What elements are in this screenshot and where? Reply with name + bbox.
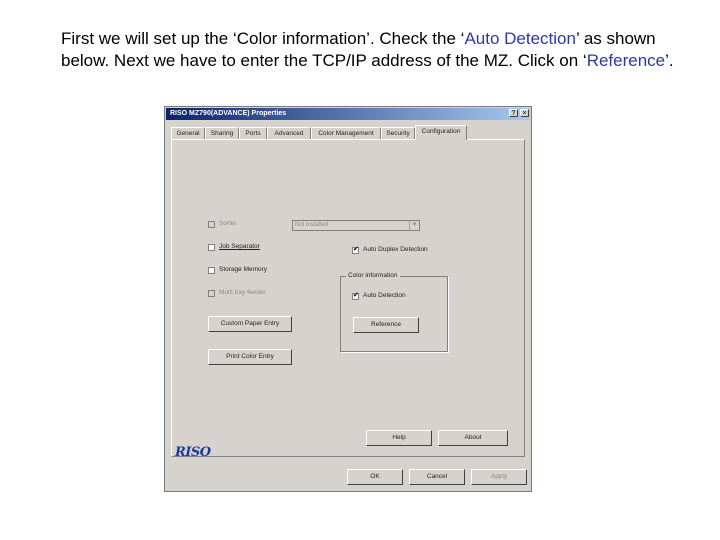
chevron-down-icon: ▼ xyxy=(409,221,419,230)
check-icon: ✔ xyxy=(353,292,359,299)
tab-general[interactable]: General xyxy=(171,127,205,139)
cancel-button[interactable]: Cancel xyxy=(409,469,465,485)
tab-sharing[interactable]: Sharing xyxy=(205,127,239,139)
instruction-part: First we will set up the ‘Color informat… xyxy=(61,29,465,48)
reference-button[interactable]: Reference xyxy=(353,317,419,333)
sorter-select[interactable]: Not installed ▼ xyxy=(292,220,420,231)
multi-tray-label: Multi tray feeder xyxy=(219,289,266,296)
tab-color-management[interactable]: Color Management xyxy=(311,127,381,139)
check-icon: ✔ xyxy=(353,246,359,253)
help-icon: ? xyxy=(511,110,516,117)
highlight-auto-detection: Auto Detection xyxy=(464,29,576,48)
tab-ports[interactable]: Ports xyxy=(239,127,267,139)
sorter-checkbox[interactable] xyxy=(208,221,215,228)
job-separator-checkbox[interactable] xyxy=(208,244,215,251)
close-title-button[interactable]: × xyxy=(520,109,529,117)
highlight-reference: Reference xyxy=(586,51,666,70)
multi-tray-checkbox[interactable] xyxy=(208,290,215,297)
riso-logo: RISO xyxy=(175,445,211,460)
tab-security[interactable]: Security xyxy=(381,127,415,139)
auto-detection-checkbox[interactable]: ✔ xyxy=(352,292,359,300)
configuration-panel: Sorter Not installed ▼ Job Separator ✔ A… xyxy=(171,139,525,457)
dialog-title: RISO MZ790(ADVANCE) Properties xyxy=(170,110,287,117)
tab-configuration[interactable]: Configuration xyxy=(415,125,467,140)
custom-paper-entry-button[interactable]: Custom Paper Entry xyxy=(208,316,292,332)
auto-detection-label: Auto Detection xyxy=(363,292,406,299)
ok-button[interactable]: OK xyxy=(347,469,403,485)
help-title-button[interactable]: ? xyxy=(509,109,518,117)
job-separator-label: Job Separator xyxy=(219,243,260,250)
auto-duplex-checkbox[interactable]: ✔ xyxy=(352,246,359,254)
storage-memory-checkbox[interactable] xyxy=(208,267,215,274)
instruction-text: First we will set up the ‘Color informat… xyxy=(61,28,701,72)
sorter-select-value: Not installed xyxy=(295,222,329,228)
sorter-label: Sorter xyxy=(219,220,237,227)
dialog-title-bar[interactable]: RISO MZ790(ADVANCE) Properties xyxy=(166,108,530,120)
tab-advanced[interactable]: Advanced xyxy=(267,127,311,139)
about-button[interactable]: About xyxy=(438,430,508,446)
properties-dialog: RISO MZ790(ADVANCE) Properties ? × Gener… xyxy=(164,106,532,492)
apply-button[interactable]: Apply xyxy=(471,469,527,485)
color-information-title: Color information xyxy=(346,272,400,280)
close-icon: × xyxy=(522,110,527,117)
auto-duplex-label: Auto Duplex Detection xyxy=(363,246,428,253)
storage-memory-label: Storage Memory xyxy=(219,266,268,273)
help-button[interactable]: Help xyxy=(366,430,432,446)
color-information-group: Color information ✔ Auto Detection Refer… xyxy=(340,272,448,352)
instruction-part: ’. xyxy=(665,51,674,70)
print-color-entry-button[interactable]: Print Color Entry xyxy=(208,349,292,365)
